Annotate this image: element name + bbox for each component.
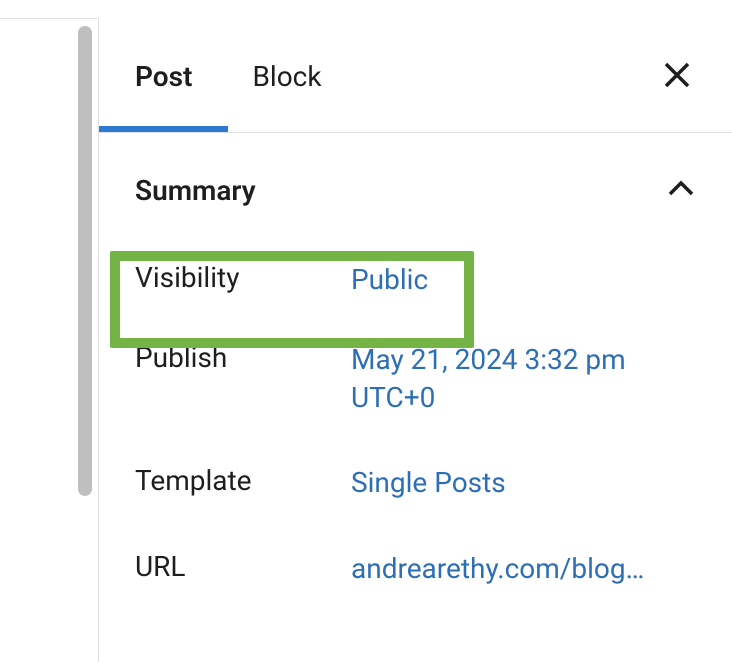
url-value[interactable]: andrearethy.com/blog… [351, 550, 702, 588]
settings-panel: Post Block Summary Visibility Public Pub… [98, 18, 732, 662]
template-label: Template [135, 464, 351, 497]
field-visibility: Visibility Public [135, 237, 732, 323]
field-url: URL andrearethy.com/blog… [135, 526, 732, 612]
field-publish: Publish May 21, 2024 3:32 pm UTC+0 [135, 323, 732, 441]
section-title: Summary [135, 174, 256, 207]
url-label: URL [135, 550, 351, 583]
scrollbar[interactable] [78, 26, 92, 496]
summary-section-toggle[interactable]: Summary [99, 133, 732, 237]
close-button[interactable] [652, 50, 702, 100]
publish-value[interactable]: May 21, 2024 3:32 pm UTC+0 [351, 341, 702, 417]
tab-block[interactable]: Block [252, 20, 321, 131]
visibility-label: Visibility [135, 261, 351, 294]
tab-post[interactable]: Post [135, 20, 192, 131]
summary-fields: Visibility Public Publish May 21, 2024 3… [99, 237, 732, 612]
close-icon [662, 60, 692, 90]
publish-label: Publish [135, 341, 351, 374]
field-template: Template Single Posts [135, 440, 732, 526]
visibility-value[interactable]: Public [351, 261, 702, 299]
tabs: Post Block [99, 18, 732, 133]
template-value[interactable]: Single Posts [351, 464, 702, 502]
chevron-up-icon [664, 173, 698, 207]
